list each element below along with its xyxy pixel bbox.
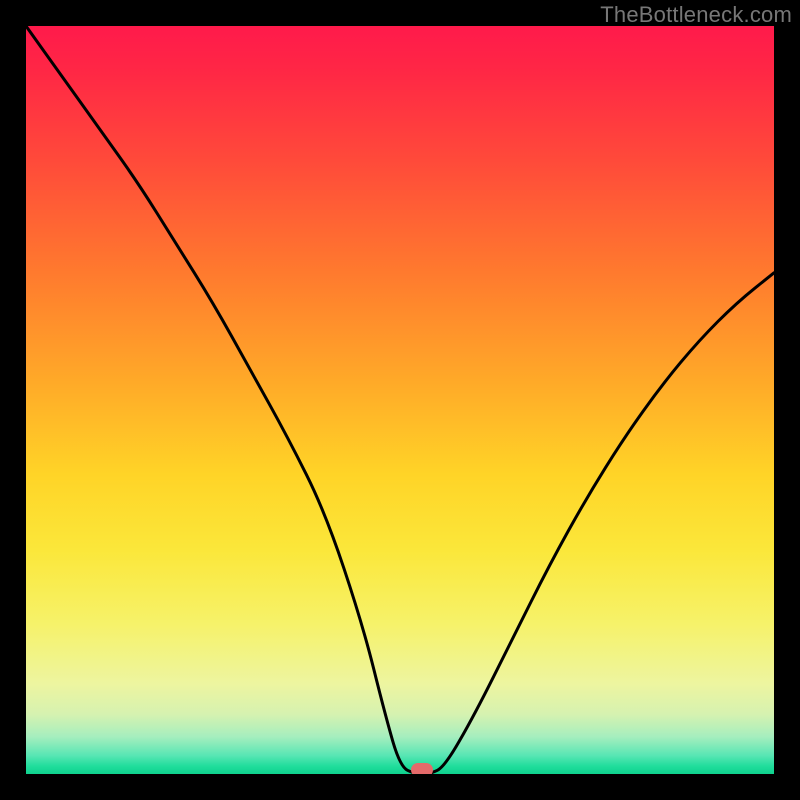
plot-area bbox=[26, 26, 774, 774]
optimal-point-marker bbox=[411, 763, 433, 775]
chart-container: TheBottleneck.com bbox=[0, 0, 800, 800]
bottleneck-curve-path bbox=[26, 26, 774, 774]
curve-svg bbox=[26, 26, 774, 774]
watermark-text: TheBottleneck.com bbox=[600, 2, 792, 28]
